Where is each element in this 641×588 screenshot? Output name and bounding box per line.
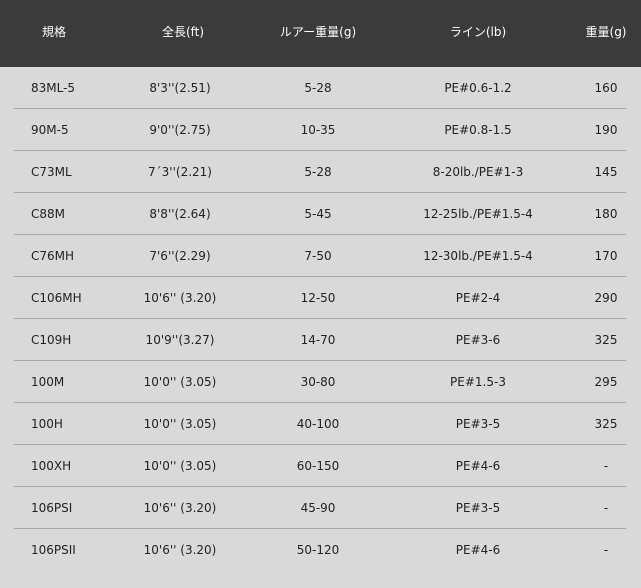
cell-model: 90M-5 [31,123,69,137]
cell-length: 7'6''(2.29) [149,249,211,263]
cell-length: 10'9''(3.27) [145,333,215,347]
cell-model: 100H [31,417,63,431]
cell-line: PE#4-6 [455,543,501,557]
cell-line: PE#3-6 [455,333,501,347]
table-header: 規格 全長(ft) ルアー重量(g) ライン(lb) 重量(g) [0,0,641,67]
cell-lure-weight: 5-45 [304,207,332,221]
cell-model: C88M [31,207,66,221]
cell-weight: 145 [594,165,618,179]
cell-line: PE#4-6 [455,459,501,473]
table-row: 100H 10'0'' (3.05) 40-100 PE#3-5 325 [0,403,641,445]
table-row: 90M-5 9'0''(2.75) 10-35 PE#0.8-1.5 190 [0,109,641,151]
cell-model: 106PSI [31,501,73,515]
cell-weight: 170 [594,249,618,263]
cell-line: PE#0.8-1.5 [444,123,512,137]
cell-lure-weight: 30-80 [300,375,336,389]
cell-weight: 190 [594,123,618,137]
header-weight: 重量(g) [585,25,627,39]
table-row: 83ML-5 8'3''(2.51) 5-28 PE#0.6-1.2 160 [0,67,641,109]
cell-lure-weight: 40-100 [296,417,340,431]
cell-length: 8'3''(2.51) [149,81,211,95]
cell-line: PE#0.6-1.2 [444,81,512,95]
table-row: 100XH 10'0'' (3.05) 60-150 PE#4-6 - [0,445,641,487]
table-row: C76MH 7'6''(2.29) 7-50 12-30lb./PE#1.5-4 170 [0,235,641,277]
cell-model: 100M [31,375,65,389]
header-line: ライン(lb) [449,25,507,39]
cell-length: 7´3''(2.21) [148,165,212,179]
cell-weight: 295 [594,375,618,389]
cell-model: C109H [31,333,72,347]
cell-line: 8-20lb./PE#1-3 [432,165,524,179]
cell-line: 12-30lb./PE#1.5-4 [423,249,533,263]
table-row: 106PSI 10'6'' (3.20) 45-90 PE#3-5 - [0,487,641,529]
cell-lure-weight: 45-90 [300,501,336,515]
cell-weight: 290 [594,291,618,305]
table-row: 106PSII 10'6'' (3.20) 50-120 PE#4-6 - [0,529,641,571]
cell-length: 10'0'' (3.05) [143,417,217,431]
table-row: C106MH 10'6'' (3.20) 12-50 PE#2-4 290 [0,277,641,319]
cell-lure-weight: 12-50 [300,291,336,305]
cell-lure-weight: 10-35 [300,123,336,137]
header-lure-weight: ルアー重量(g) [279,25,357,39]
cell-lure-weight: 7-50 [304,249,332,263]
cell-weight: 160 [594,81,618,95]
cell-length: 10'6'' (3.20) [143,501,217,515]
cell-length: 10'6'' (3.20) [143,543,217,557]
cell-model: 100XH [31,459,72,473]
cell-line: PE#3-5 [455,501,501,515]
header-length: 全長(ft) [161,25,205,39]
cell-lure-weight: 50-120 [296,543,340,557]
table-row: C88M 8'8''(2.64) 5-45 12-25lb./PE#1.5-4 180 [0,193,641,235]
cell-line: 12-25lb./PE#1.5-4 [423,207,533,221]
cell-weight: - [603,459,609,473]
cell-lure-weight: 5-28 [304,81,332,95]
cell-length: 10'6'' (3.20) [143,291,217,305]
cell-weight: - [603,543,609,557]
cell-line: PE#3-5 [455,417,501,431]
cell-model: 106PSII [31,543,76,557]
cell-lure-weight: 5-28 [304,165,332,179]
table-row: C109H 10'9''(3.27) 14-70 PE#3-6 325 [0,319,641,361]
table-row: C73ML 7´3''(2.21) 5-28 8-20lb./PE#1-3 145 [0,151,641,193]
cell-line: PE#2-4 [455,291,501,305]
cell-model: C73ML [31,165,72,179]
cell-model: C76MH [31,249,75,263]
cell-lure-weight: 60-150 [296,459,340,473]
cell-lure-weight: 14-70 [300,333,336,347]
cell-length: 9'0''(2.75) [149,123,211,137]
cell-length: 8'8''(2.64) [149,207,211,221]
cell-length: 10'0'' (3.05) [143,375,217,389]
cell-model: 83ML-5 [31,81,76,95]
cell-model: C106MH [31,291,82,305]
cell-weight: 325 [594,333,618,347]
cell-length: 10'0'' (3.05) [143,459,217,473]
cell-line: PE#1.5-3 [450,375,506,389]
table-row: 100M 10'0'' (3.05) 30-80 PE#1.5-3 295 [0,361,641,403]
cell-weight: 325 [594,417,618,431]
cell-weight: 180 [594,207,618,221]
header-model: 規格 [42,25,67,39]
table-body: 83ML-5 8'3''(2.51) 5-28 PE#0.6-1.2 160 90M-5 9… [0,67,641,571]
cell-weight: - [603,501,609,515]
